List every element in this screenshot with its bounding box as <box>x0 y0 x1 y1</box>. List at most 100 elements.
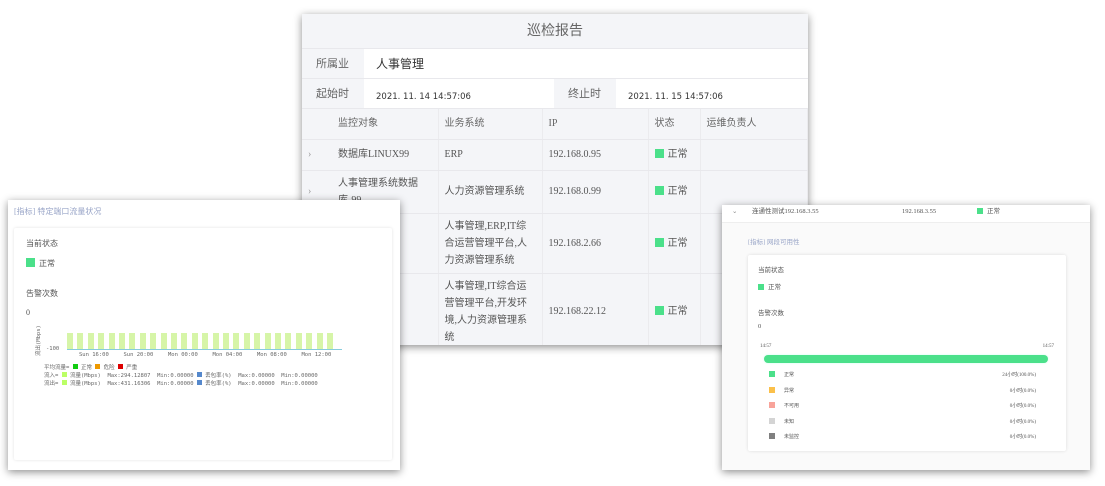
time-start: 14:57 <box>760 344 772 349</box>
time-end: 14:57 <box>1042 344 1054 349</box>
cell-ip: 192.168.0.95 <box>542 139 649 171</box>
traffic-bar <box>181 333 188 349</box>
legend-swatch-icon <box>769 371 775 377</box>
traffic-bar <box>129 333 136 349</box>
cell-object: 数据库LINUX99 <box>332 139 439 171</box>
traffic-bar <box>243 333 250 349</box>
cell-status: 正常 <box>667 149 688 160</box>
status-square-icon <box>26 258 35 267</box>
traffic-bar <box>316 333 323 349</box>
traffic-bar <box>223 333 229 349</box>
in-loss-min: Min:0.00000 <box>281 373 318 379</box>
cell-status: 正常 <box>667 306 688 317</box>
x-tick-label: Mon 08:00 <box>257 352 287 358</box>
traffic-bar <box>233 333 240 349</box>
legend-swatch-icon <box>769 386 775 393</box>
in-max: Max:294.12807 <box>107 373 151 379</box>
alarm-label: 告警次数 <box>26 289 58 298</box>
cell-ip: 192.168.2.66 <box>542 213 649 274</box>
chart-ytick: -100 <box>46 346 60 352</box>
metric-link[interactable]: [指标] 特定端口流量状况 <box>14 206 101 217</box>
legend-avg: 平均流量= <box>44 365 70 371</box>
network-availability-panel: ⌄ 连通性测试192.168.3.55 192.168.3.55 正常 [指标]… <box>722 205 1090 470</box>
alarm-value: 0 <box>758 323 762 330</box>
x-tick-label: Mon 00:00 <box>168 352 198 358</box>
out-loss: 丢包率(%) <box>205 381 232 387</box>
in-min: Min:0.00000 <box>157 373 194 379</box>
legend-label: 未知 <box>784 419 795 425</box>
x-tick-label: Sun 16:00 <box>79 352 109 358</box>
legend-item: 异常 0小时(0.0%) <box>766 386 1044 402</box>
traffic-bar <box>327 333 333 349</box>
traffic-bar <box>275 333 281 349</box>
traffic-bar <box>139 333 146 349</box>
traffic-bar <box>264 333 271 349</box>
x-tick-label: Mon 04:00 <box>212 352 243 358</box>
out-label: 流出= <box>44 381 59 387</box>
traffic-chart: 流出(Mbps) -100 Sun 16:00 Sun 20:00 Mon 00:0… <box>14 325 392 418</box>
alarm-label: 告警次数 <box>758 310 784 317</box>
legend-value: 0小时(0.0%) <box>1009 435 1036 440</box>
out-series: 流量(Mbps) <box>69 381 101 387</box>
out-loss-min: Min:0.00000 <box>281 381 318 387</box>
col-status: 状态 <box>648 109 701 140</box>
traffic-bar <box>98 333 105 349</box>
traffic-bar <box>285 333 292 349</box>
alarm-value: 0 <box>26 308 30 317</box>
status-value: 正常 <box>768 284 781 291</box>
business-label: 所属业 <box>316 58 349 70</box>
traffic-bar <box>212 333 219 349</box>
cell-status: 正常 <box>667 237 688 249</box>
status-value: 正常 <box>39 259 55 268</box>
traffic-bar <box>108 333 115 349</box>
traffic-bar <box>119 333 125 349</box>
start-label: 起始时 <box>316 88 349 100</box>
cell-status: 正常 <box>667 186 688 197</box>
expand-chevron-icon[interactable]: › <box>302 139 332 171</box>
legend-label: 不可用 <box>784 404 800 409</box>
legend-value: 24小时(100.0%) <box>1002 373 1036 378</box>
cell-ip: 192.168.0.99 <box>542 170 649 214</box>
metric-link[interactable]: [指标] 网段可用性 <box>748 236 799 246</box>
out-loss-max: Max:0.00000 <box>238 381 275 387</box>
end-label: 终止时 <box>568 88 601 100</box>
legend-normal: 正常 <box>80 365 92 371</box>
report-title: 巡检报告 <box>302 14 808 49</box>
availability-bar <box>764 355 1048 363</box>
port-traffic-panel: [指标] 特定端口流量状况 当前状态 正常 告警次数 0 流出(Mbps) -1… <box>8 200 400 470</box>
chart-ylabel: 流出(Mbps) <box>36 325 42 356</box>
traffic-bar <box>171 333 177 349</box>
traffic-bar <box>254 333 261 349</box>
cell-system: ERP <box>438 139 543 171</box>
status-square-icon <box>654 186 664 195</box>
legend-value: 0小时(0.0%) <box>1009 404 1036 409</box>
traffic-bar <box>160 333 167 349</box>
legend-swatch-icon <box>769 417 775 424</box>
legend-item: 正常 24小时(100.0%) <box>766 370 1044 386</box>
out-max: Max:431.16306 <box>107 381 151 387</box>
status-label: 当前状态 <box>26 239 58 248</box>
x-tick-label: Sun 20:00 <box>123 352 154 358</box>
legend-label: 正常 <box>784 373 795 378</box>
status-square-icon <box>654 237 664 247</box>
cell-system: 人力资源管理系统 <box>438 170 543 214</box>
collapse-chevron-icon[interactable]: ⌄ <box>732 205 737 219</box>
status-label: 当前状态 <box>758 267 784 274</box>
legend-label: 未监控 <box>784 435 800 440</box>
traffic-bar <box>87 333 94 349</box>
row-status: 正常 <box>987 208 1000 215</box>
legend-item: 未知 0小时(0.0%) <box>766 417 1044 433</box>
cell-system: 人事管理,IT综合运营管理平台,开发环境,人力资源管理系统 <box>438 273 543 345</box>
col-system: 业务系统 <box>438 109 543 140</box>
legend-item: 未监控 0小时(0.0%) <box>766 432 1044 448</box>
row-ip: 192.168.3.55 <box>902 208 937 215</box>
cell-owner <box>700 139 808 171</box>
status-square-icon <box>654 306 664 315</box>
out-min: Min:0.00000 <box>157 381 194 387</box>
legend-swatch-icon <box>769 402 775 408</box>
legend-item: 不可用 0小时(0.0%) <box>766 401 1044 417</box>
table-row[interactable]: › 数据库LINUX99 ERP 192.168.0.95 正常 <box>302 139 808 171</box>
x-tick-label: Mon 12:00 <box>301 352 332 358</box>
legend-severe: 严重 <box>126 365 138 371</box>
in-label: 流入= <box>44 373 59 379</box>
